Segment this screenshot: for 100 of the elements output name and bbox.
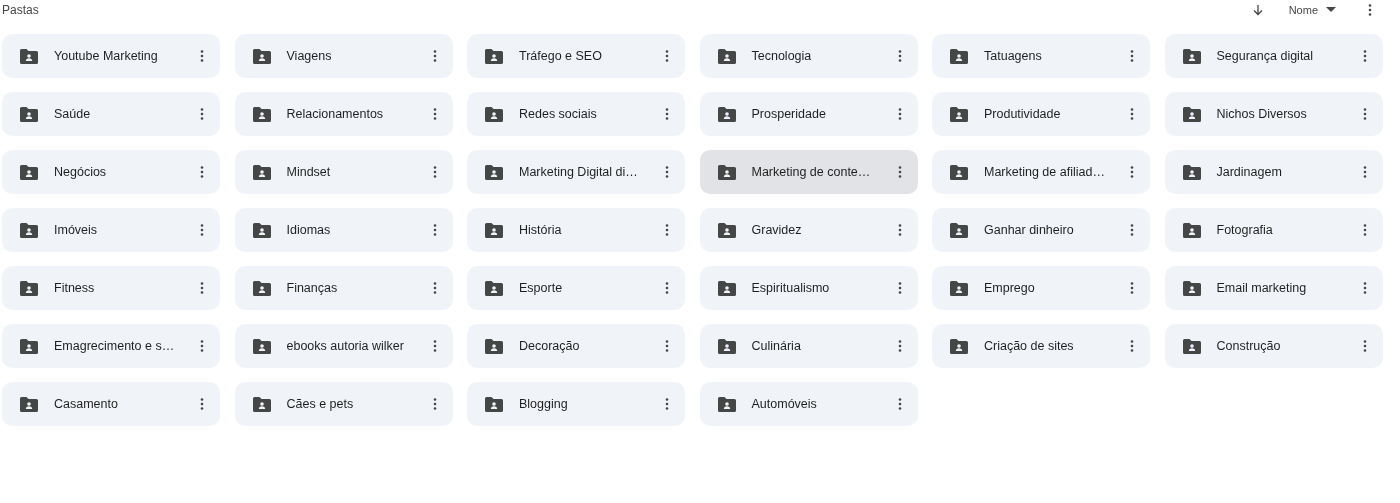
folder-name: Email marketing [1216,279,1308,297]
more-options-icon[interactable] [200,224,204,236]
more-options-icon[interactable] [432,282,437,294]
more-options-icon[interactable] [1362,50,1367,62]
folder-card[interactable]: Ganhar dinheiro [932,208,1150,252]
more-options-icon[interactable] [432,50,437,62]
more-options-icon[interactable] [665,224,669,236]
shared-folder-icon [717,48,736,64]
shared-folder-icon [485,396,503,412]
folder-name: Saúde [54,105,92,123]
more-options-icon[interactable] [432,108,437,120]
section-title: Pastas [2,2,39,19]
folder-card[interactable]: Redes sociais [467,92,685,136]
folder-card[interactable]: Email marketing [1164,266,1383,310]
more-options-icon[interactable] [200,282,204,294]
folder-card[interactable]: Tecnologia [699,34,918,78]
more-options-icon[interactable] [1362,224,1367,236]
more-options-icon[interactable] [1362,108,1367,120]
more-options-icon[interactable] [665,166,669,178]
more-options-icon[interactable] [1130,282,1134,294]
folder-card[interactable]: Espiritualismo [699,266,918,310]
folder-card[interactable]: Culinária [699,324,918,368]
more-options-icon[interactable] [897,398,902,410]
folder-card[interactable]: Produtividade [932,92,1150,136]
folder-card[interactable]: Blogging [467,382,685,426]
folder-name: Prosperidade [751,105,827,123]
folder-card[interactable]: Imóveis [2,208,220,252]
more-options-icon[interactable] [897,340,902,352]
more-options-icon[interactable] [665,282,669,294]
folder-card[interactable]: Saúde [2,92,220,136]
shared-folder-icon [717,222,736,238]
more-options-icon[interactable] [1362,282,1367,294]
shared-folder-icon [252,396,271,412]
folder-card[interactable]: Casamento [2,382,220,426]
folder-card[interactable]: Gravidez [699,208,918,252]
more-options-icon[interactable] [1130,50,1134,62]
more-options-icon[interactable] [897,282,902,294]
more-options-icon[interactable] [1362,166,1367,178]
sort-dropdown[interactable]: Nome [1288,1,1336,19]
folder-card[interactable]: Cães e pets [234,382,453,426]
folder-card[interactable]: Esporte [467,266,685,310]
folder-name: Marketing de afiliad… [984,163,1106,181]
folder-card[interactable]: Negócios [2,150,220,194]
folder-card[interactable]: Relacionamentos [234,92,453,136]
more-options-icon[interactable] [200,50,204,62]
folder-card[interactable]: Tráfego e SEO [467,34,685,78]
folder-card[interactable]: ebooks autoria wilker [234,324,453,368]
folder-name: Cães e pets [286,395,355,413]
folder-card[interactable]: Youtube Marketing [2,34,220,78]
more-options-icon[interactable] [200,398,204,410]
folder-card[interactable]: Emprego [932,266,1150,310]
folder-name: Tráfego e SEO [519,47,603,65]
more-options-icon[interactable] [432,398,437,410]
more-options-icon[interactable] [897,224,902,236]
folder-card[interactable]: Segurança digital [1164,34,1383,78]
folder-card[interactable]: Jardinagem [1164,150,1383,194]
shared-folder-icon [252,338,271,354]
folder-card[interactable]: Tatuagens [932,34,1150,78]
more-options-icon[interactable] [432,166,437,178]
shared-folder-icon [950,280,968,296]
more-options-icon[interactable] [1130,224,1134,236]
more-options-icon[interactable] [1130,166,1134,178]
more-options-icon[interactable] [1362,340,1367,352]
folder-card[interactable]: Criação de sites [932,324,1150,368]
folder-card[interactable]: Mindset [234,150,453,194]
folder-card[interactable]: Decoração [467,324,685,368]
more-options-icon[interactable] [432,340,437,352]
folder-card[interactable]: História [467,208,685,252]
folder-card[interactable]: Marketing de conte… [699,150,918,194]
folder-card[interactable]: Marketing de afiliad… [932,150,1150,194]
more-options-icon[interactable] [1368,4,1372,16]
more-options-icon[interactable] [665,340,669,352]
sort-direction-icon[interactable] [1251,4,1264,16]
more-options-icon[interactable] [200,166,204,178]
shared-folder-icon [717,106,736,122]
more-options-icon[interactable] [432,224,437,236]
more-options-icon[interactable] [665,108,669,120]
folder-card[interactable]: Fotografia [1164,208,1383,252]
folder-name: Gravidez [751,221,803,239]
folder-card[interactable]: Finanças [234,266,453,310]
more-options-icon[interactable] [897,108,902,120]
folder-card[interactable]: Automóveis [699,382,918,426]
more-options-icon[interactable] [897,166,902,178]
folder-card[interactable]: Nichos Diversos [1164,92,1383,136]
folder-card[interactable]: Viagens [234,34,453,78]
more-options-icon[interactable] [665,50,669,62]
folder-card[interactable]: Prosperidade [699,92,918,136]
more-options-icon[interactable] [665,398,669,410]
folder-card[interactable]: Marketing Digital di… [467,150,685,194]
folder-card[interactable]: Emagrecimento e s… [2,324,220,368]
more-options-icon[interactable] [897,50,902,62]
more-options-icon[interactable] [200,340,204,352]
folder-name: Casamento [54,395,119,413]
folder-card[interactable]: Construção [1164,324,1383,368]
more-options-icon[interactable] [200,108,204,120]
more-options-icon[interactable] [1130,108,1134,120]
folder-card[interactable]: Idiomas [234,208,453,252]
more-options-icon[interactable] [1130,340,1134,352]
folder-name: Mindset [286,163,332,181]
folder-card[interactable]: Fitness [2,266,220,310]
